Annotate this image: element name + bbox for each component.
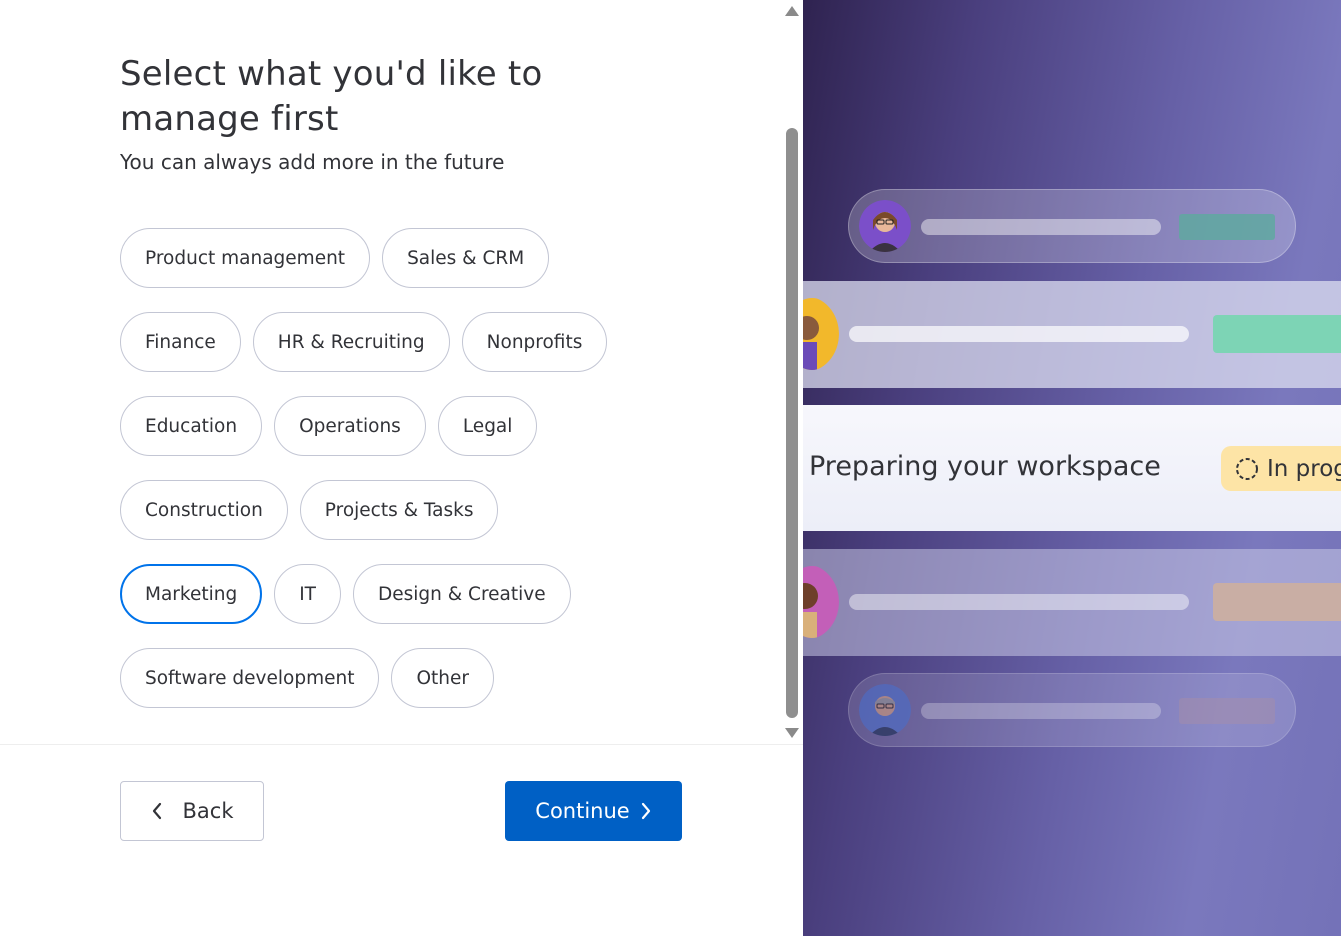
workspace-preview-illustration: Preparing your workspace In progress [803,0,1341,936]
category-chip-nonprofits[interactable]: Nonprofits [461,312,608,372]
page-title: Select what you'd like to manage first [120,54,543,139]
scroll-down-arrow-icon[interactable] [785,728,799,738]
status-placeholder [1213,583,1341,621]
category-chip-sales-and-crm[interactable]: Sales & CRM [382,228,550,288]
category-chip-software-development[interactable]: Software development [120,648,380,708]
placeholder-bar [921,219,1161,235]
back-button[interactable]: Back [120,781,264,841]
category-chip-design-and-creative[interactable]: Design & Creative [352,564,571,624]
continue-button-label: Continue [535,799,630,823]
chevron-left-icon [151,802,163,820]
status-placeholder [1179,214,1275,240]
onboarding-panel: Select what you'd like to manage first Y… [0,0,803,936]
chip-row: Finance HR & Recruiting Nonprofits [120,312,740,372]
avatar [859,684,911,736]
scroll-thumb[interactable] [786,128,798,718]
category-chip-finance[interactable]: Finance [120,312,241,372]
avatar [803,298,839,370]
avatar [803,566,839,638]
category-chip-education[interactable]: Education [120,396,263,456]
continue-button[interactable]: Continue [505,781,682,841]
placeholder-bar [921,703,1161,719]
category-chip-marketing[interactable]: Marketing [120,564,263,624]
status-placeholder [1213,315,1341,353]
loading-spinner-icon [1235,457,1259,481]
chip-row: Construction Projects & Tasks [120,480,740,540]
workspace-status-card: Preparing your workspace In progress [803,405,1341,531]
category-chip-group: Product management Sales & CRM Finance HR &… [120,228,740,732]
status-badge-label: In progress [1267,455,1341,482]
category-chip-it[interactable]: IT [274,564,341,624]
preview-row [803,281,1341,388]
page-subtitle: You can always add more in the future [120,150,505,174]
chip-row: Education Operations Legal [120,396,740,456]
category-chip-construction[interactable]: Construction [120,480,288,540]
cut-off-heading-fragment [120,0,540,6]
status-badge: In progress [1221,446,1341,491]
status-placeholder [1179,698,1275,724]
footer-actions: Back Continue [0,744,803,936]
vertical-scrollbar[interactable] [781,0,803,744]
workspace-status-label: Preparing your workspace [809,451,1161,482]
placeholder-bar [849,594,1189,610]
scroll-up-arrow-icon[interactable] [785,6,799,16]
category-chip-other[interactable]: Other [391,648,495,708]
chip-row: Product management Sales & CRM [120,228,740,288]
placeholder-bar [849,326,1189,342]
category-chip-operations[interactable]: Operations [274,396,426,456]
scroll-area: Select what you'd like to manage first Y… [0,0,781,744]
preview-row [803,549,1341,656]
category-chip-product-management[interactable]: Product management [120,228,371,288]
category-chip-hr-and-recruiting[interactable]: HR & Recruiting [252,312,450,372]
preview-row [848,673,1296,747]
avatar [859,200,911,252]
chevron-right-icon [640,802,652,820]
chip-row: Marketing IT Design & Creative [120,564,740,624]
category-chip-legal[interactable]: Legal [437,396,538,456]
chip-row: Software development Other [120,648,740,708]
preview-row [848,189,1296,263]
category-chip-projects-and-tasks[interactable]: Projects & Tasks [299,480,499,540]
back-button-label: Back [182,799,234,823]
